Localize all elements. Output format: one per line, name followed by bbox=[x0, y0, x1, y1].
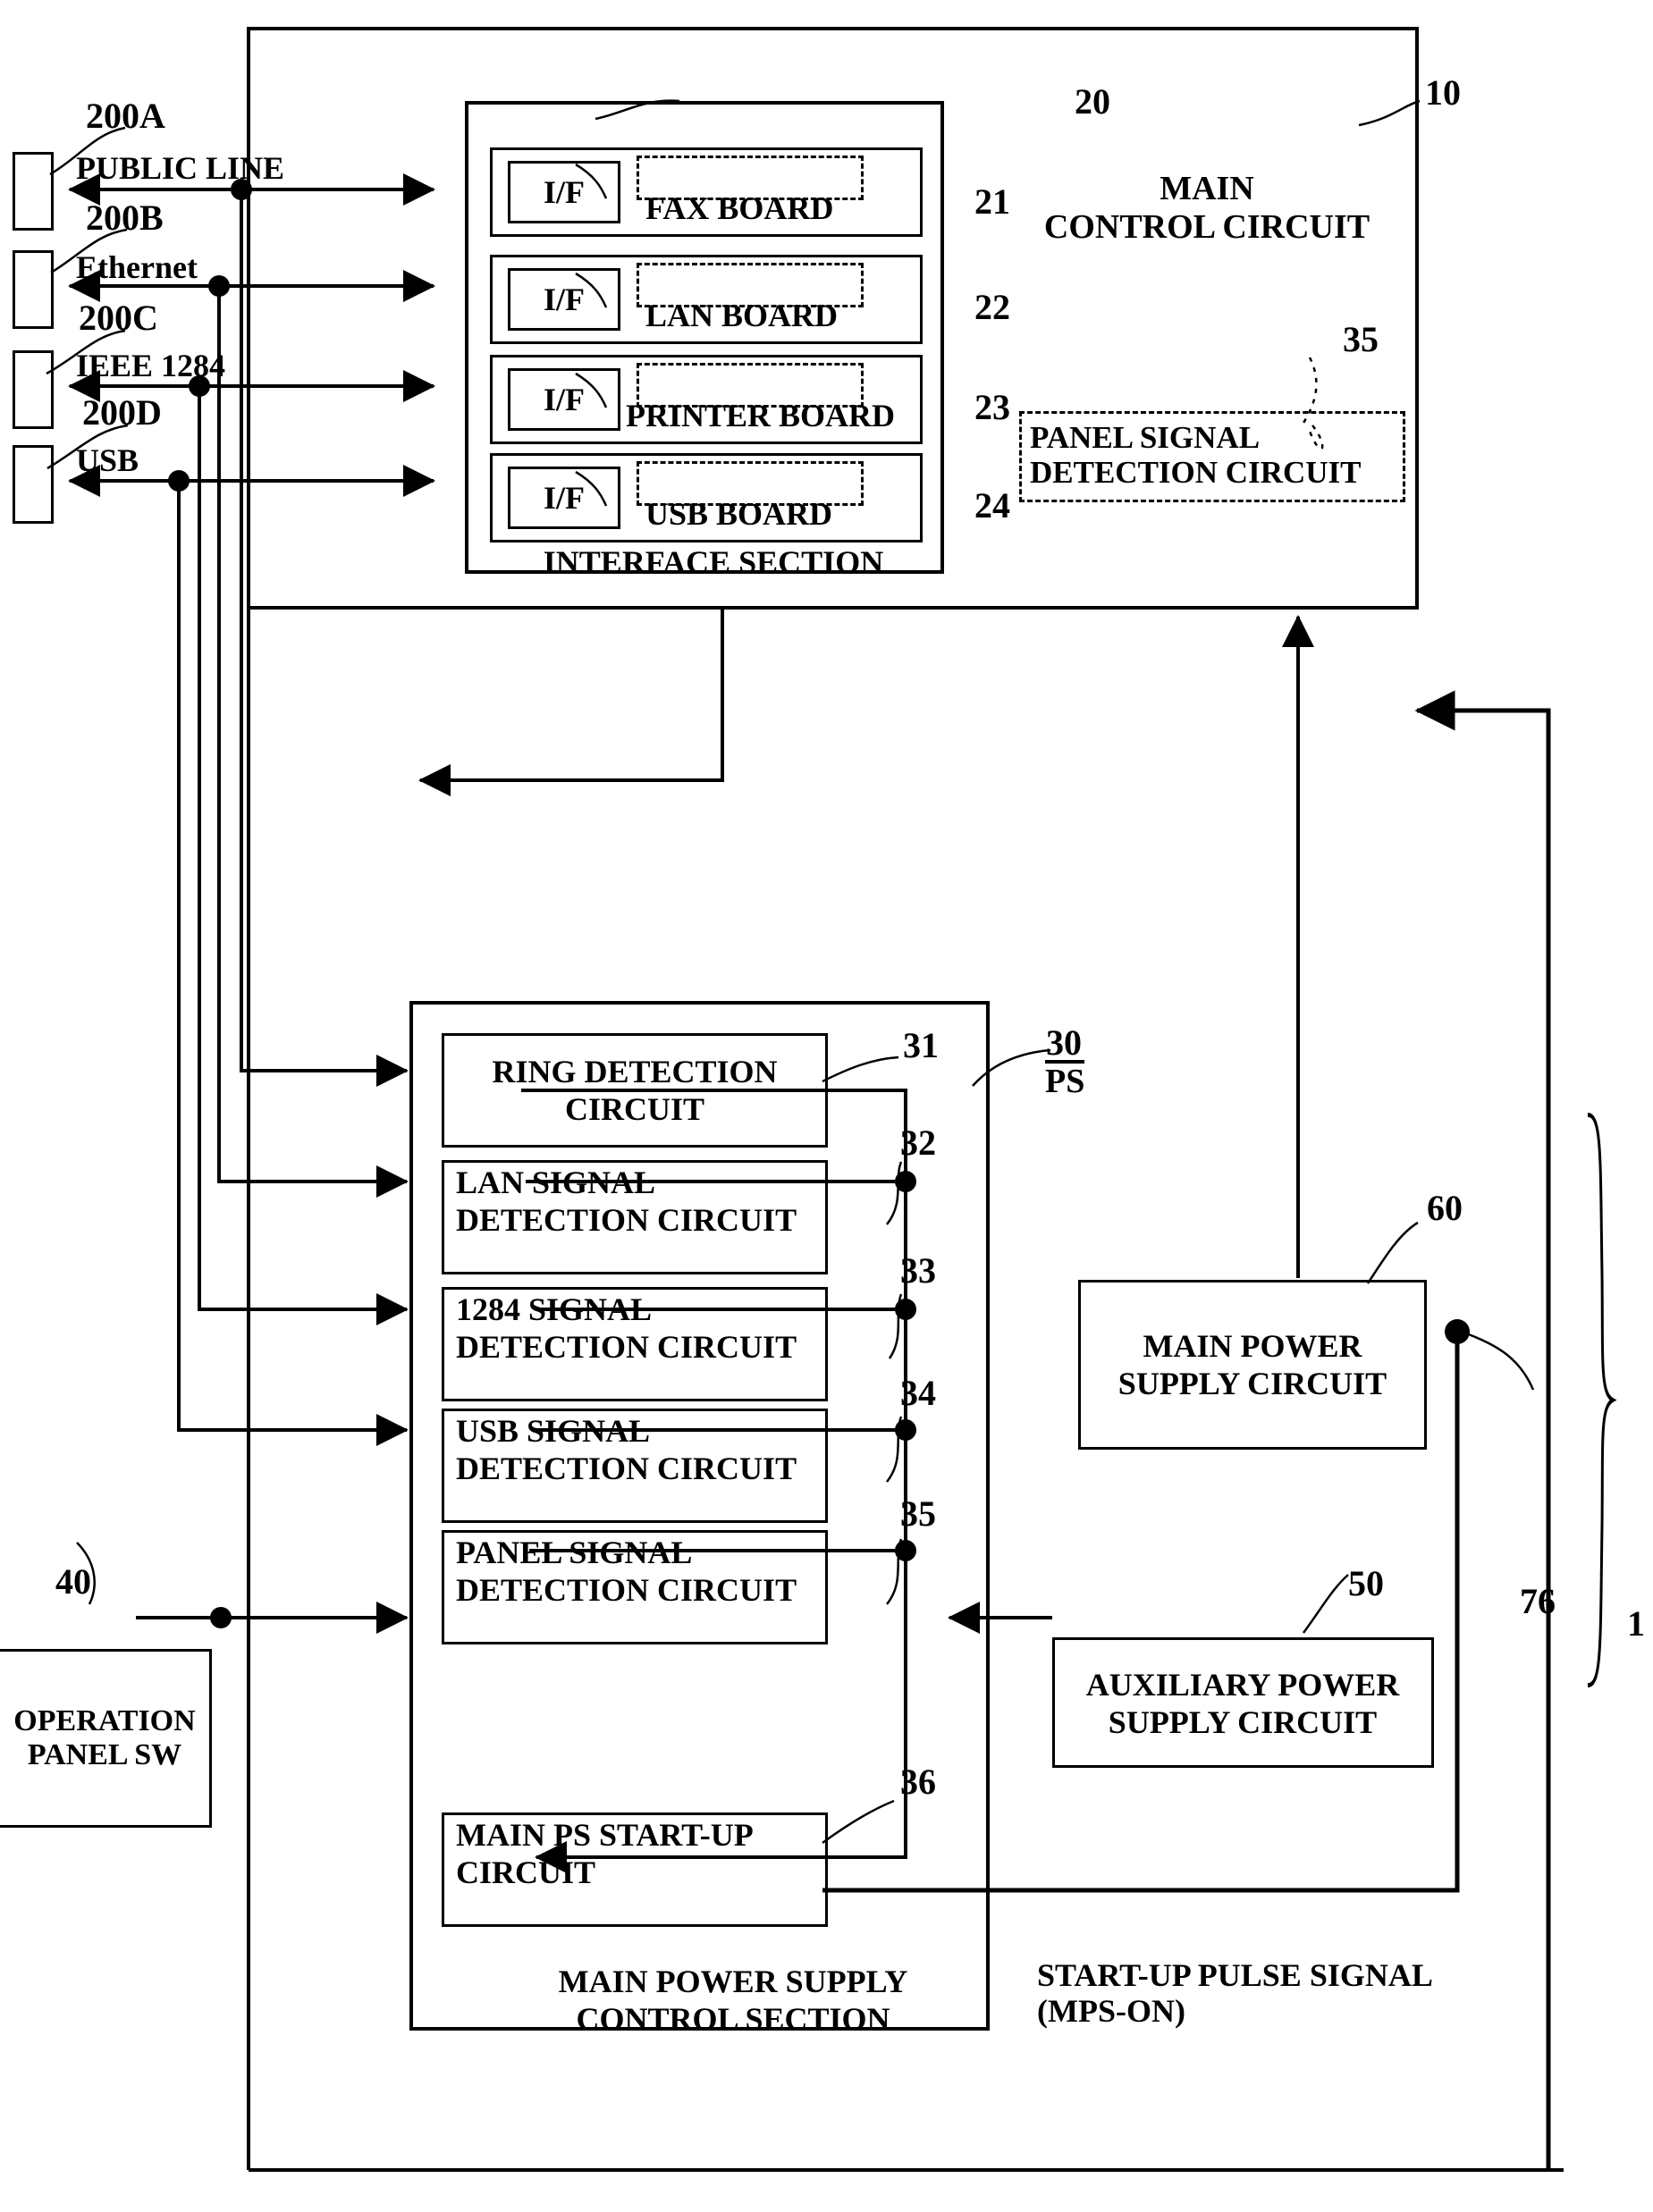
lan-signal-line1: LAN SIGNAL bbox=[456, 1165, 656, 1200]
ref-system: 1 bbox=[1627, 1603, 1645, 1644]
ref-auxiliary-power-supply-circuit: 50 bbox=[1348, 1563, 1384, 1603]
ps-signal-label: PS bbox=[1045, 1060, 1085, 1101]
mps-control-section-line1: MAIN POWER SUPPLY bbox=[558, 1964, 908, 1999]
operation-panel-line2: PANEL SW bbox=[27, 1738, 182, 1771]
board-label-printer: PRINTER BOARD bbox=[626, 398, 896, 433]
signal-label-ieee1284: IEEE 1284 bbox=[76, 348, 226, 383]
ref-board-usb: 24 bbox=[974, 485, 1010, 526]
ref-panel-signal-detection-main: 35 bbox=[1343, 319, 1379, 359]
board-label-lan: LAN BOARD bbox=[645, 298, 839, 333]
main-ps-startup-line1: MAIN PS START-UP bbox=[456, 1817, 754, 1853]
operation-panel-line1: OPERATION bbox=[13, 1704, 196, 1737]
operation-panel-switch-label: OPERATION PANEL SW bbox=[2, 1652, 207, 1825]
startup-pulse-line1: START-UP PULSE SIGNAL bbox=[1037, 1957, 1433, 1993]
panel-signal-line1: PANEL SIGNAL bbox=[456, 1535, 693, 1570]
circuit-ring-detection-label: RING DETECTION CIRCUIT bbox=[447, 1037, 822, 1144]
ref-startup-pulse-signal: 76 bbox=[1520, 1581, 1556, 1621]
patent-figure: 200A 200B 200C 200D PUBLIC LINE Ethernet… bbox=[0, 0, 1653, 2212]
ref-board-printer: 23 bbox=[974, 387, 1010, 427]
usb-signal-line2: DETECTION CIRCUIT bbox=[456, 1451, 797, 1486]
ref-200C: 200C bbox=[79, 298, 158, 338]
ref-200B: 200B bbox=[86, 198, 164, 238]
ref-circuit-31: 31 bbox=[903, 1025, 939, 1065]
ps-signal-text: PS bbox=[1045, 1060, 1085, 1098]
signal-label-public-line: PUBLIC LINE bbox=[76, 150, 285, 186]
connector-200A bbox=[13, 152, 54, 231]
ring-detection-line2: CIRCUIT bbox=[564, 1091, 705, 1127]
board-label-fax: FAX BOARD bbox=[645, 190, 834, 226]
main-control-circuit-title: MAIN CONTROL CIRCUIT bbox=[1019, 170, 1395, 246]
circuit-lan-signal-detection-label: LAN SIGNAL DETECTION CIRCUIT bbox=[447, 1164, 826, 1271]
panel-signal-detection-circuit-main-label: PANEL SIGNAL DETECTION CIRCUIT bbox=[1030, 420, 1398, 490]
circuit-usb-signal-detection-label: USB SIGNAL DETECTION CIRCUIT bbox=[447, 1412, 826, 1519]
if-block-fax: I/F bbox=[508, 161, 620, 223]
panel-detection-line1: PANEL SIGNAL bbox=[1030, 420, 1261, 455]
connector-200D bbox=[13, 445, 54, 524]
aux-psu-line1: AUXILIARY POWER bbox=[1085, 1667, 1400, 1703]
if-label-lan: I/F bbox=[543, 282, 585, 317]
ref-mps-control-section: 30 bbox=[1046, 1022, 1082, 1063]
connector-200B bbox=[13, 250, 54, 329]
if-label-usb: I/F bbox=[543, 480, 585, 516]
ref-board-lan: 22 bbox=[974, 287, 1010, 327]
panel-detection-line2: DETECTION CIRCUIT bbox=[1030, 455, 1362, 491]
lan-signal-line2: DETECTION CIRCUIT bbox=[456, 1202, 797, 1238]
main-psu-line1: MAIN POWER bbox=[1143, 1328, 1362, 1364]
ring-detection-line1: RING DETECTION bbox=[492, 1054, 778, 1089]
mps-control-section-line2: CONTROL SECTION bbox=[576, 2001, 890, 2037]
ref-circuit-35: 35 bbox=[900, 1493, 936, 1534]
board-label-usb: USB BOARD bbox=[645, 496, 833, 532]
ref-circuit-36: 36 bbox=[900, 1762, 936, 1802]
interface-section-label: INTERFACE SECTION bbox=[543, 544, 884, 580]
ref-200A: 200A bbox=[86, 96, 165, 136]
ref-200D: 200D bbox=[82, 392, 162, 433]
main-psu-line2: SUPPLY CIRCUIT bbox=[1117, 1366, 1387, 1401]
circuit-1284-signal-detection-label: 1284 SIGNAL DETECTION CIRCUIT bbox=[447, 1291, 826, 1398]
connector-200C bbox=[13, 350, 54, 429]
if-label-printer: I/F bbox=[543, 382, 585, 417]
main-control-circuit-title-line1: MAIN bbox=[1160, 170, 1254, 207]
ref-main-power-supply-circuit: 60 bbox=[1427, 1188, 1463, 1228]
if-block-lan: I/F bbox=[508, 268, 620, 331]
startup-pulse-line2: (MPS-ON) bbox=[1037, 1993, 1185, 2030]
panel-signal-line2: DETECTION CIRCUIT bbox=[456, 1572, 797, 1608]
ref-board-fax: 21 bbox=[974, 181, 1010, 222]
auxiliary-power-supply-circuit-label: AUXILIARY POWER SUPPLY CIRCUIT bbox=[1055, 1641, 1430, 1766]
if-label-fax: I/F bbox=[543, 174, 585, 210]
mps-control-section-label: MAIN POWER SUPPLY CONTROL SECTION bbox=[519, 1963, 948, 2038]
ref-circuit-32: 32 bbox=[900, 1123, 936, 1163]
startup-pulse-signal-label: START-UP PULSE SIGNAL (MPS-ON) bbox=[1037, 1957, 1433, 2030]
if-block-printer: I/F bbox=[508, 368, 620, 431]
usb-signal-line1: USB SIGNAL bbox=[456, 1413, 651, 1449]
main-power-supply-circuit-label: MAIN POWER SUPPLY CIRCUIT bbox=[1082, 1283, 1423, 1446]
circuit-main-ps-startup-label: MAIN PS START-UP CIRCUIT bbox=[447, 1816, 826, 1923]
ref-interface-section: 20 bbox=[1075, 81, 1110, 122]
aux-psu-line2: SUPPLY CIRCUIT bbox=[1108, 1704, 1378, 1740]
signal-label-ethernet: Ethernet bbox=[76, 249, 198, 285]
ref-main-control-circuit: 10 bbox=[1425, 72, 1461, 113]
signal-label-usb: USB bbox=[76, 442, 139, 478]
ref-circuit-33: 33 bbox=[900, 1250, 936, 1291]
main-ps-startup-line2: CIRCUIT bbox=[456, 1855, 596, 1890]
if-block-usb: I/F bbox=[508, 467, 620, 529]
sig1284-line2: DETECTION CIRCUIT bbox=[456, 1329, 797, 1365]
sig1284-line1: 1284 SIGNAL bbox=[456, 1291, 653, 1327]
circuit-panel-signal-detection-label: PANEL SIGNAL DETECTION CIRCUIT bbox=[447, 1534, 826, 1641]
main-control-circuit-title-line2: CONTROL CIRCUIT bbox=[1043, 207, 1370, 246]
ref-operation-panel-switch: 40 bbox=[55, 1561, 91, 1602]
ref-circuit-34: 34 bbox=[900, 1373, 936, 1413]
